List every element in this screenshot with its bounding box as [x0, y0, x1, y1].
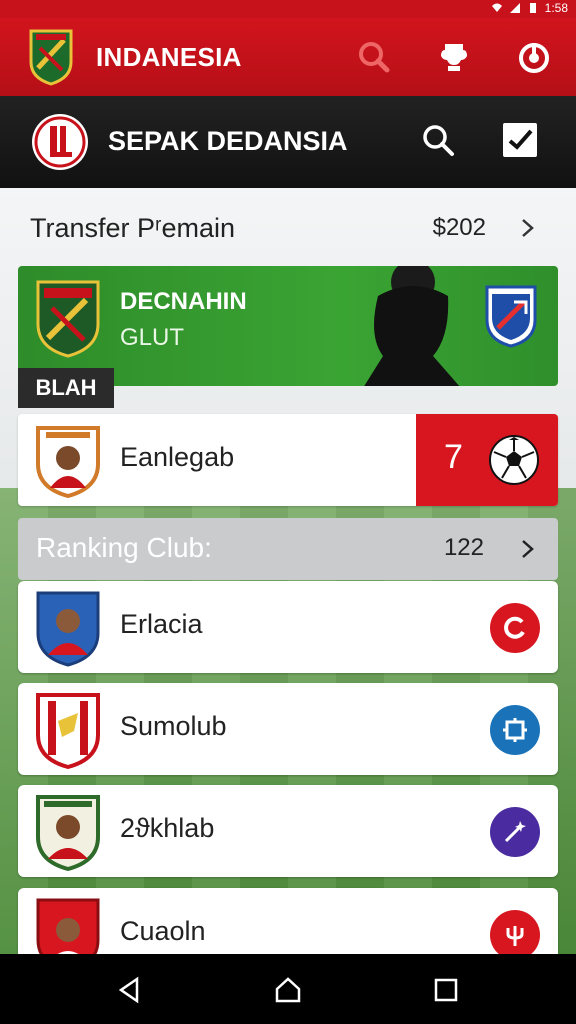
wand-icon — [504, 821, 526, 843]
player-silhouette-icon — [364, 266, 460, 386]
soccer-ball-icon — [489, 435, 539, 485]
power-icon — [519, 43, 549, 73]
player-badge-icon — [36, 426, 100, 498]
transfer-label: Transfer Pʳemain — [30, 212, 236, 243]
federation-crest-icon[interactable] — [28, 28, 74, 86]
featured-club-name: DECNAHIN — [120, 288, 247, 315]
club-name: Cuaoln — [120, 916, 206, 946]
club-name: Erlacia — [120, 609, 203, 639]
edit-button[interactable] — [500, 120, 540, 160]
signal-icon — [509, 3, 520, 13]
recents-button[interactable] — [428, 972, 464, 1008]
back-icon — [118, 976, 139, 1004]
club-action-button[interactable] — [490, 705, 540, 755]
frame-icon — [503, 718, 527, 742]
club-item[interactable]: Erlacia — [18, 581, 558, 673]
club-action-button[interactable] — [490, 807, 540, 857]
section-title: SEPAK DEDANSIA — [108, 126, 348, 156]
player-card[interactable]: Eanlegab 7 — [18, 414, 558, 506]
battery-icon — [529, 3, 536, 13]
search-icon — [423, 125, 454, 156]
chevron-right-icon — [522, 219, 534, 237]
club-tag: BLAH — [18, 368, 114, 408]
top-app-bar: INDANESIA — [0, 18, 576, 96]
back-button[interactable] — [112, 972, 148, 1008]
club-item[interactable]: Sumolub — [18, 683, 558, 775]
club-crest-icon — [36, 693, 100, 769]
club-crest-icon — [36, 591, 100, 667]
club-item[interactable]: 2ϑkhlab — [18, 785, 558, 877]
ranking-value: 122 — [443, 534, 484, 561]
player-name: Eanlegab — [120, 442, 235, 472]
wifi-icon — [491, 3, 502, 12]
league-logo-icon[interactable] — [30, 112, 90, 172]
club-name: 2ϑkhlab — [120, 813, 215, 843]
home-icon — [275, 977, 301, 1003]
opponent-crest-icon — [485, 285, 537, 348]
navigation-bar — [0, 954, 576, 1024]
transfer-row[interactable]: Transfer Pʳemain $202 — [18, 202, 558, 254]
trident-icon — [506, 926, 524, 946]
club-crest-icon — [36, 280, 100, 358]
player-number-box: 7 — [416, 414, 558, 506]
trophy-button[interactable] — [434, 37, 474, 77]
ranking-row[interactable]: Ranking Club: 122 — [18, 518, 558, 580]
player-number: 7 — [444, 438, 463, 476]
club-action-button[interactable] — [490, 910, 540, 954]
home-button[interactable] — [270, 972, 306, 1008]
club-crest-icon — [36, 795, 100, 871]
featured-club-sub: GLUT — [120, 324, 185, 351]
checkbox-icon — [503, 123, 537, 157]
club-crest-icon — [36, 898, 100, 954]
search-icon — [359, 42, 390, 73]
transfer-value: $202 — [432, 214, 486, 241]
club-action-button[interactable] — [490, 603, 540, 653]
status-bar: 1:58 — [0, 0, 576, 18]
trophy-icon — [441, 44, 467, 71]
power-button[interactable] — [514, 37, 554, 77]
refresh-icon — [504, 616, 525, 639]
ranking-label: Ranking Club: — [36, 532, 212, 563]
club-item[interactable]: Cuaoln — [18, 888, 558, 954]
chevron-right-icon — [522, 540, 534, 558]
main-content: Transfer Pʳemain $202 DECNAHIN GLUT BLAH — [0, 188, 576, 954]
sub-search-button[interactable] — [418, 120, 458, 160]
sub-app-bar: SEPAK DEDANSIA — [0, 96, 576, 188]
search-button[interactable] — [354, 37, 394, 77]
recents-icon — [434, 978, 458, 1002]
club-name: Sumolub — [120, 711, 227, 741]
status-time: 1:58 — [544, 1, 568, 15]
app-title: INDANESIA — [96, 42, 242, 72]
